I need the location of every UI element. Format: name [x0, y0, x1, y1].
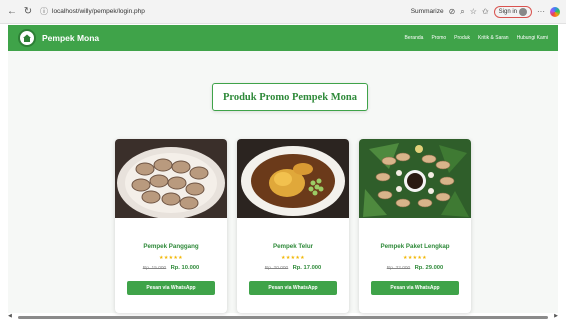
- price-row: Rp. 20.000 Rp. 17.000: [237, 265, 349, 271]
- page-title-box: Produk Promo Pempek Mona: [212, 83, 368, 111]
- page-title: Produk Promo Pempek Mona: [222, 91, 358, 103]
- menu-item-kritik-saran[interactable]: Kritik & Saran: [478, 35, 509, 41]
- old-price: Rp. 20.000: [264, 266, 289, 271]
- rating-stars: ★★★★★: [403, 255, 427, 261]
- product-card: Pempek Paket Lengkap ★★★★★ Rp. 32.000 Rp…: [359, 139, 471, 313]
- food-photo-icon: [237, 139, 349, 218]
- scroll-right-icon[interactable]: ▶: [554, 313, 558, 319]
- signin-label: Sign in: [498, 8, 517, 15]
- zoom-icon[interactable]: ⌕: [460, 7, 464, 17]
- copilot-icon[interactable]: [550, 6, 560, 17]
- address-bar[interactable]: ⓘ localhost/willy/pempek/login.php: [40, 4, 380, 20]
- brand-name[interactable]: Pempek Mona: [42, 33, 99, 43]
- order-whatsapp-button[interactable]: Pesan via WhatsApp: [127, 281, 215, 295]
- product-image-pempek-panggang: [115, 139, 227, 218]
- site-navbar: Pempek Mona Beranda Promo Produk Kritik …: [8, 25, 558, 51]
- menu-item-produk[interactable]: Produk: [454, 35, 470, 41]
- url-text: localhost/willy/pempek/login.php: [52, 8, 145, 15]
- old-price: Rp. 15.000: [142, 266, 167, 271]
- promo-price: Rp. 29.000: [414, 265, 444, 271]
- food-photo-icon: [359, 139, 471, 218]
- scroll-left-icon[interactable]: ◀: [8, 313, 12, 319]
- menu-item-beranda[interactable]: Beranda: [405, 35, 424, 41]
- promo-price: Rp. 10.000: [170, 265, 200, 271]
- signin-button[interactable]: Sign in: [493, 5, 532, 18]
- read-aloud-icon[interactable]: ⊘: [449, 7, 456, 16]
- favorites-list-icon[interactable]: ✩: [482, 7, 489, 16]
- product-name: Pempek Panggang: [143, 243, 199, 250]
- rating-stars: ★★★★★: [159, 255, 183, 261]
- more-menu-icon[interactable]: ···: [537, 7, 545, 16]
- menu-item-promo[interactable]: Promo: [431, 35, 446, 41]
- promo-price: Rp. 17.000: [292, 265, 322, 271]
- main-content: Produk Promo Pempek Mona Pempek Panggang…: [8, 51, 558, 313]
- old-price: Rp. 32.000: [386, 266, 411, 271]
- back-icon[interactable]: ←: [6, 0, 18, 24]
- rating-stars: ★★★★★: [281, 255, 305, 261]
- summarize-button[interactable]: Summarize: [411, 8, 444, 15]
- product-name: Pempek Telur: [272, 243, 314, 250]
- profile-avatar-icon: [519, 7, 527, 16]
- product-card: Pempek Telur ★★★★★ Rp. 20.000 Rp. 17.000…: [237, 139, 349, 313]
- horizontal-scrollbar[interactable]: ◀ ▶: [8, 313, 558, 320]
- product-name: Pempek Paket Lengkap: [380, 243, 450, 250]
- brand-logo-icon[interactable]: [18, 29, 36, 47]
- main-menu: Beranda Promo Produk Kritik & Saran Hubu…: [405, 35, 548, 41]
- reload-icon[interactable]: ↻: [22, 0, 34, 24]
- house-icon: [23, 34, 31, 42]
- product-card: Pempek Panggang ★★★★★ Rp. 15.000 Rp. 10.…: [115, 139, 227, 313]
- food-photo-icon: [115, 139, 227, 218]
- browser-toolbar: ← ↻ ⓘ localhost/willy/pempek/login.php S…: [0, 0, 566, 24]
- order-whatsapp-button[interactable]: Pesan via WhatsApp: [371, 281, 459, 295]
- scrollbar-thumb[interactable]: [18, 316, 548, 319]
- product-image-pempek-paket-lengkap: [359, 139, 471, 218]
- info-icon[interactable]: ⓘ: [40, 6, 48, 17]
- product-image-pempek-telur: [237, 139, 349, 218]
- price-row: Rp. 15.000 Rp. 10.000: [115, 265, 227, 271]
- menu-item-hubungi-kami[interactable]: Hubungi Kami: [517, 35, 548, 41]
- price-row: Rp. 32.000 Rp. 29.000: [359, 265, 471, 271]
- favorite-icon[interactable]: ☆: [470, 7, 477, 16]
- order-whatsapp-button[interactable]: Pesan via WhatsApp: [249, 281, 337, 295]
